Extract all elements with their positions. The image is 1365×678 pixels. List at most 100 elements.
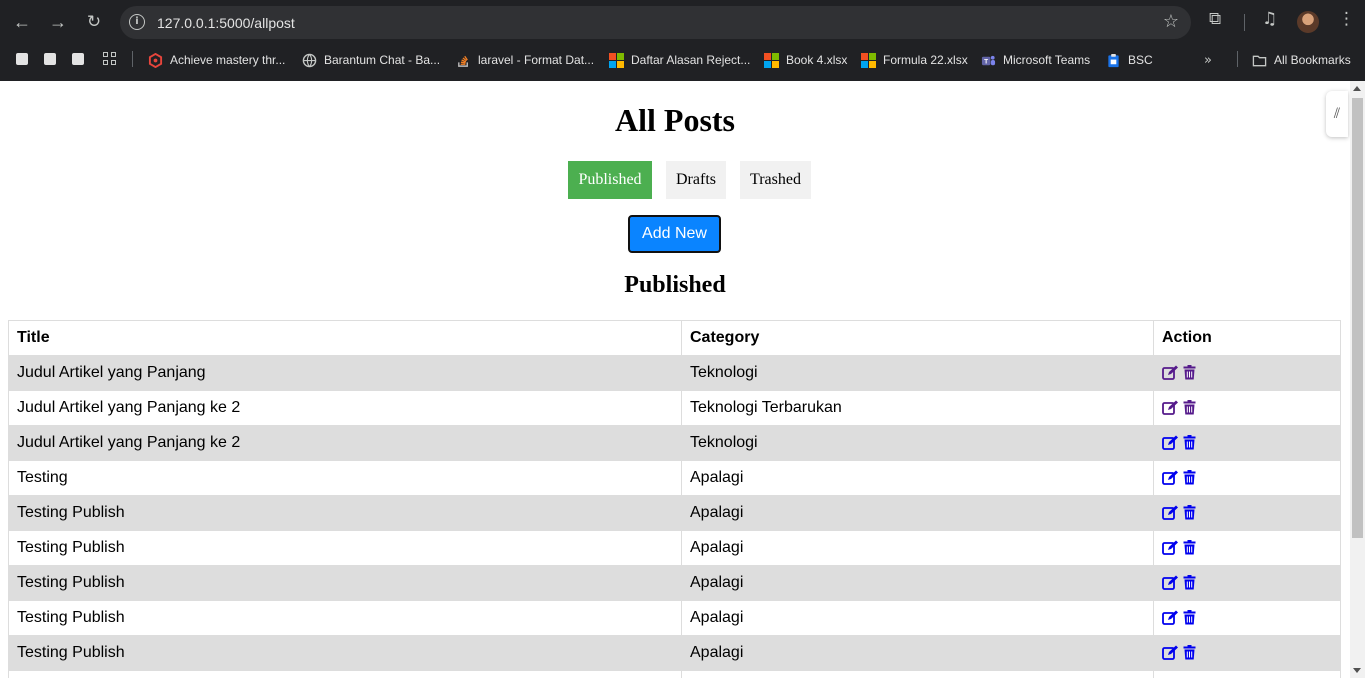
cell-action	[1153, 635, 1341, 671]
stackoverflow-icon	[458, 55, 468, 67]
cell-action	[1153, 495, 1341, 531]
cell-action	[1153, 530, 1341, 566]
cell-action	[1153, 355, 1341, 391]
back-icon[interactable]: ←	[8, 8, 36, 36]
edit-icon[interactable]	[1162, 645, 1178, 661]
column-header-title: Title	[8, 320, 682, 356]
table-row: Testing Publish Apalagi	[8, 600, 1341, 636]
site-info-icon[interactable]: i	[129, 14, 145, 30]
bookmarks-bar: Achieve mastery thr... Barantum Chat - B…	[0, 45, 1365, 75]
microsoft-icon	[609, 52, 624, 68]
url-text[interactable]: 127.0.0.1:5000/allpost	[157, 15, 295, 31]
all-bookmarks-label: All Bookmarks	[1274, 53, 1351, 67]
globe-icon	[302, 53, 317, 67]
delete-icon[interactable]	[1183, 365, 1196, 380]
delete-icon[interactable]	[1183, 610, 1196, 625]
svg-text:T: T	[984, 58, 988, 65]
browser-toolbar: ← → ↻ i 127.0.0.1:5000/allpost ☆ ⧉ ♫ ⋮	[0, 0, 1365, 45]
cell-title: Testing Publish	[8, 565, 682, 601]
cell-category: Apalagi	[681, 495, 1154, 531]
bookmark-item[interactable]: Achieve mastery thr...	[148, 49, 285, 71]
bookmark-item[interactable]: T Microsoft Teams	[981, 49, 1090, 71]
folder-icon	[1252, 55, 1267, 66]
page-scrollbar[interactable]	[1350, 81, 1365, 678]
edit-icon[interactable]	[1162, 400, 1178, 416]
profile-avatar[interactable]	[1297, 11, 1319, 33]
cell-action	[1153, 600, 1341, 636]
tab-published[interactable]: Published	[568, 161, 652, 199]
bookmark-item[interactable]: Formula 22.xlsx	[861, 49, 968, 71]
tab-trashed[interactable]: Trashed	[740, 161, 811, 199]
table-row: Judul Artikel yang Panjang ke 2 Teknologi…	[8, 390, 1341, 426]
delete-icon[interactable]	[1183, 645, 1196, 660]
edit-icon[interactable]	[1162, 610, 1178, 626]
apps-grid-icon[interactable]	[103, 52, 117, 66]
cell-category: Apalagi	[681, 460, 1154, 496]
delete-icon[interactable]	[1183, 470, 1196, 485]
scroll-thumb[interactable]	[1352, 98, 1363, 538]
edit-icon[interactable]	[1162, 365, 1178, 381]
table-row: Testing Publish Apalagi	[8, 530, 1341, 566]
bookmark-square-icon[interactable]	[72, 53, 84, 65]
bookmark-item[interactable]: Daftar Alasan Reject...	[609, 49, 750, 71]
sidebar-toggle-icon[interactable]: ⫽	[1326, 91, 1348, 137]
bookmarks-divider	[132, 51, 133, 67]
cell-category: Apalagi	[681, 565, 1154, 601]
edit-icon[interactable]	[1162, 470, 1178, 486]
table-row: Testing Publish Apalagi	[8, 565, 1341, 601]
bookmark-square-icon[interactable]	[44, 53, 56, 65]
edit-icon[interactable]	[1162, 575, 1178, 591]
bookmark-item[interactable]: BSC	[1106, 49, 1153, 71]
cell-title: Testing Publish	[8, 530, 682, 566]
section-title: Published	[624, 272, 726, 298]
tab-drafts[interactable]: Drafts	[666, 161, 726, 199]
page-viewport: All Posts Published Drafts Trashed Add N…	[0, 81, 1365, 678]
extensions-icon[interactable]: ⧉	[1209, 9, 1221, 29]
cell-action	[1153, 460, 1341, 496]
edit-icon[interactable]	[1162, 540, 1178, 556]
delete-icon[interactable]	[1183, 505, 1196, 520]
all-bookmarks-button[interactable]: All Bookmarks	[1252, 49, 1351, 71]
cell-category: Teknologi	[681, 355, 1154, 391]
bookmark-label: laravel - Format Dat...	[478, 53, 595, 67]
table-header-row: Title Category Action	[8, 320, 1341, 356]
cell-title: Testing Publish	[8, 600, 682, 636]
more-menu-icon[interactable]: ⋮	[1338, 9, 1355, 29]
forward-icon[interactable]: →	[44, 8, 72, 36]
bookmark-label: Formula 22.xlsx	[883, 53, 968, 67]
bookmark-label: Daftar Alasan Reject...	[631, 53, 751, 67]
delete-icon[interactable]	[1183, 575, 1196, 590]
scroll-down-arrow-icon[interactable]	[1353, 668, 1361, 673]
cell-category: Teknologi Terbarukan	[681, 390, 1154, 426]
cell-action	[1153, 390, 1341, 426]
add-new-button[interactable]: Add New	[628, 215, 721, 253]
table-row	[8, 670, 1341, 678]
table-row: Testing Publish Apalagi	[8, 495, 1341, 531]
bookmark-square-icon[interactable]	[16, 53, 28, 65]
cell-action	[1153, 670, 1341, 678]
bookmark-item[interactable]: Barantum Chat - Ba...	[302, 49, 440, 71]
edit-icon[interactable]	[1162, 505, 1178, 521]
cell-category: Apalagi	[681, 600, 1154, 636]
address-bar[interactable]: i 127.0.0.1:5000/allpost ☆	[120, 6, 1191, 39]
scroll-up-arrow-icon[interactable]	[1353, 86, 1361, 91]
edit-icon[interactable]	[1162, 435, 1178, 451]
cell-title: Testing Publish	[8, 635, 682, 671]
table-row: Testing Apalagi	[8, 460, 1341, 496]
bookmark-label: Book 4.xlsx	[786, 53, 848, 67]
table-row: Testing Publish Apalagi	[8, 635, 1341, 671]
browser-chrome: ← → ↻ i 127.0.0.1:5000/allpost ☆ ⧉ ♫ ⋮ A…	[0, 0, 1365, 81]
toolbar-divider	[1244, 14, 1245, 31]
delete-icon[interactable]	[1183, 540, 1196, 555]
more-bookmarks-icon[interactable]: »	[1204, 53, 1212, 68]
posts-table: Title Category Action Judul Artikel yang…	[8, 320, 1341, 678]
delete-icon[interactable]	[1183, 400, 1196, 415]
table-row: Judul Artikel yang Panjang ke 2 Teknologi	[8, 425, 1341, 461]
bookmark-item[interactable]: Book 4.xlsx	[764, 49, 847, 71]
cell-title	[8, 670, 682, 678]
reload-icon[interactable]: ↻	[80, 8, 108, 36]
delete-icon[interactable]	[1183, 435, 1196, 450]
bookmark-item[interactable]: laravel - Format Dat...	[456, 49, 594, 71]
media-control-icon[interactable]: ♫	[1262, 9, 1277, 29]
bookmark-star-icon[interactable]: ☆	[1163, 11, 1179, 32]
